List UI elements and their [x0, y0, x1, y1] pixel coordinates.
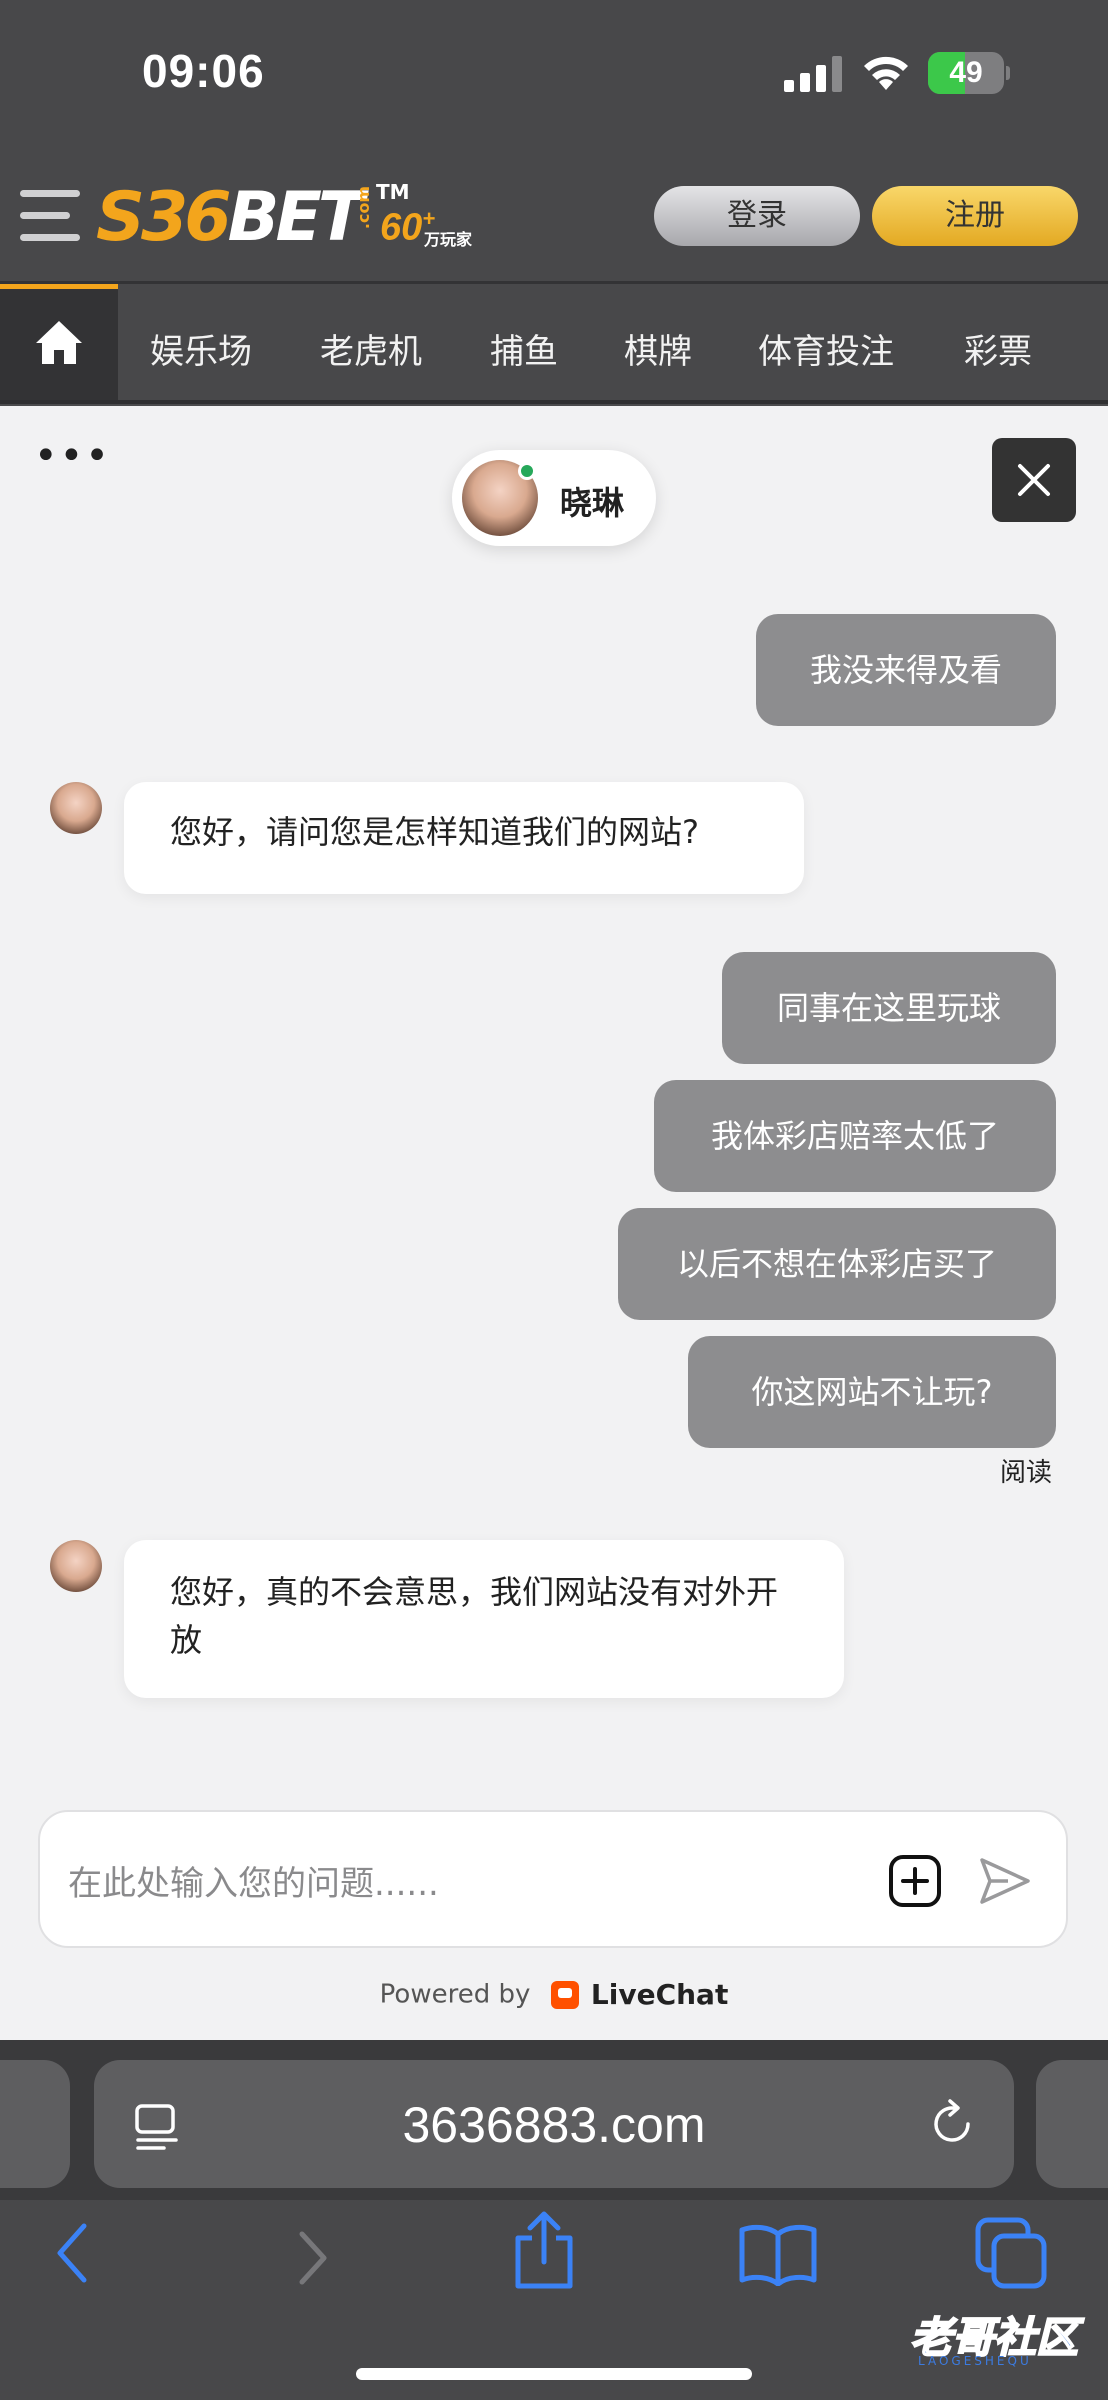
- attach-icon[interactable]: [888, 1854, 942, 1908]
- site-logo[interactable]: S36BET .com TM 60+ 万玩家: [96, 180, 476, 256]
- previous-tab-preview[interactable]: [0, 2060, 70, 2188]
- livechat-name[interactable]: LiveChat: [591, 1978, 728, 2011]
- livechat-panel: ••• 晓琳 我没来得及看 您好，请问您是怎样知道我们的网站? 同事在这里玩球 …: [0, 406, 1108, 2040]
- agent-name: 晓琳: [560, 484, 625, 522]
- close-icon: [1018, 464, 1050, 496]
- send-icon[interactable]: [978, 1856, 1032, 1906]
- online-status-indicator: [518, 462, 536, 480]
- logo-tm: TM: [376, 180, 410, 204]
- battery-body: 49: [928, 52, 1004, 94]
- url-text: 3636883.com: [402, 2097, 706, 2153]
- user-message: 我体彩店赔率太低了: [654, 1080, 1056, 1192]
- read-receipt: 阅读: [1000, 1458, 1053, 1488]
- powered-by: Powered by LiveChat: [0, 1978, 1108, 2011]
- forward-icon[interactable]: [296, 2228, 332, 2288]
- status-bar: 09:06 49: [0, 0, 1108, 148]
- nav-item-lottery[interactable]: 彩票: [964, 324, 1032, 373]
- logo-s36: S36: [96, 178, 232, 257]
- livechat-icon: [550, 1980, 579, 2009]
- battery-indicator: 49: [928, 52, 1010, 94]
- page: 09:06 49 S36BET .com TM 60+ 万玩家 登录 注册 娱乐…: [0, 0, 1108, 2400]
- battery-percent: 49: [949, 56, 983, 89]
- hamburger-icon[interactable]: [20, 188, 92, 248]
- logo-60-number: 60: [380, 206, 423, 249]
- login-button[interactable]: 登录: [654, 186, 860, 246]
- hamburger-line: [20, 190, 80, 197]
- site-header: S36BET .com TM 60+ 万玩家 登录 注册: [0, 148, 1108, 284]
- browser-address-bar: 3636883.com: [0, 2040, 1108, 2200]
- more-options-button[interactable]: •••: [34, 436, 111, 476]
- close-chat-button[interactable]: [992, 438, 1076, 522]
- agent-message: 您好，真的不会意思，我们网站没有对外开放: [124, 1540, 844, 1698]
- hamburger-line: [20, 212, 70, 219]
- browser-toolbar: 老哥社区 LAOGESHEQU: [0, 2200, 1108, 2400]
- bookmarks-icon[interactable]: [738, 2222, 818, 2286]
- message-composer[interactable]: 在此处输入您的问题......: [38, 1810, 1068, 1948]
- logo-players: 万玩家: [424, 230, 473, 249]
- nav-item-cards[interactable]: 棋牌: [624, 324, 692, 373]
- powered-by-label: Powered by: [379, 1979, 531, 2010]
- hamburger-line: [20, 234, 80, 241]
- logo-wordmark: S36BET: [96, 178, 365, 257]
- status-time: 09:06: [142, 45, 265, 97]
- user-message: 同事在这里玩球: [722, 952, 1056, 1064]
- tabs-icon[interactable]: [974, 2216, 1048, 2290]
- back-icon[interactable]: [52, 2220, 92, 2286]
- logo-com: .com: [354, 185, 374, 230]
- nav-item-fishing[interactable]: 捕鱼: [490, 324, 558, 373]
- nav-item-slots[interactable]: 老虎机: [320, 324, 422, 373]
- reload-icon[interactable]: [926, 2098, 978, 2150]
- watermark-subtitle: LAOGESHEQU: [918, 2354, 1032, 2368]
- agent-info[interactable]: 晓琳: [452, 450, 656, 546]
- wifi-icon: [864, 56, 908, 90]
- category-nav: 娱乐场 老虎机 捕鱼 棋牌 体育投注 彩票: [0, 284, 1108, 404]
- battery-cap: [1006, 66, 1010, 80]
- user-message: 我没来得及看: [756, 614, 1056, 726]
- watermark-logo: 老哥社区 LAOGESHEQU: [868, 2298, 1098, 2368]
- user-message: 你这网站不让玩?: [688, 1336, 1056, 1448]
- cellular-signal-icon: [784, 56, 842, 92]
- user-message: 以后不想在体彩店买了: [618, 1208, 1056, 1320]
- nav-item-sports[interactable]: 体育投注: [758, 324, 894, 373]
- next-tab-preview[interactable]: [1036, 2060, 1108, 2188]
- agent-message: 您好，请问您是怎样知道我们的网站?: [124, 782, 804, 894]
- share-icon[interactable]: [512, 2210, 576, 2290]
- logo-bet: BET: [227, 178, 365, 257]
- message-input[interactable]: 在此处输入您的问题......: [68, 1856, 439, 1905]
- home-icon: [36, 321, 82, 364]
- nav-item-casino[interactable]: 娱乐场: [150, 324, 252, 373]
- address-field[interactable]: 3636883.com: [94, 2060, 1014, 2188]
- agent-message-avatar: [50, 1540, 102, 1592]
- nav-home[interactable]: [0, 284, 118, 400]
- register-button[interactable]: 注册: [872, 186, 1078, 246]
- agent-message-avatar: [50, 782, 102, 834]
- home-indicator[interactable]: [356, 2368, 752, 2380]
